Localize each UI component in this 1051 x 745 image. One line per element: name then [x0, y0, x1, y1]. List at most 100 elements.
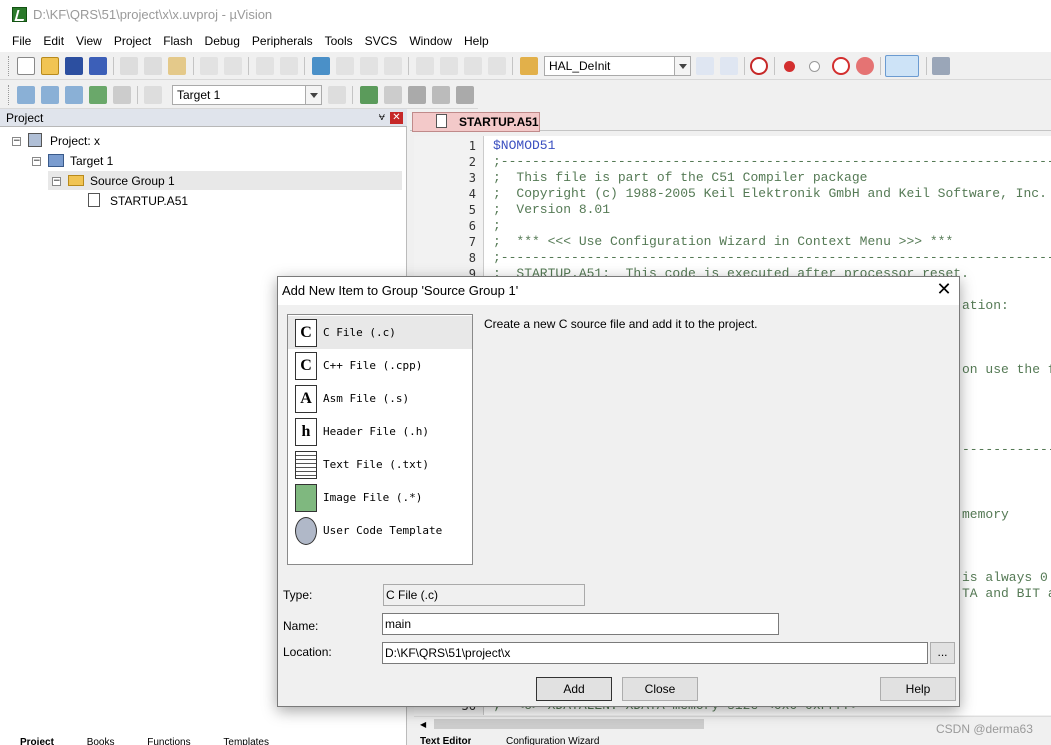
- tab-functions[interactable]: Functions: [147, 737, 190, 745]
- configure-icon[interactable]: [932, 57, 950, 75]
- menu-edit[interactable]: Edit: [37, 34, 70, 48]
- target-options-icon[interactable]: [328, 86, 346, 104]
- tab-configuration-wizard[interactable]: Configuration Wizard: [506, 736, 599, 745]
- disable-all-breakpoints-icon[interactable]: [832, 57, 850, 75]
- collapse-icon[interactable]: −: [12, 137, 21, 146]
- indent-icon[interactable]: [416, 57, 434, 75]
- save-all-icon[interactable]: [89, 57, 107, 75]
- list-item-user-code-template[interactable]: User Code Template: [288, 514, 472, 547]
- scrollbar-thumb[interactable]: [434, 719, 704, 729]
- manage-rte-icon[interactable]: [456, 86, 474, 104]
- nav-forward-icon[interactable]: [280, 57, 298, 75]
- open-file-icon[interactable]: [41, 57, 59, 75]
- code-line: ; Version 8.01: [493, 202, 611, 217]
- menu-flash[interactable]: Flash: [157, 34, 198, 48]
- menu-window[interactable]: Window: [403, 34, 458, 48]
- save-icon[interactable]: [65, 57, 83, 75]
- manage-project-items-icon[interactable]: [360, 86, 378, 104]
- clear-bookmarks-icon[interactable]: [384, 57, 402, 75]
- list-item-cpp-file[interactable]: C C++ File (.cpp): [288, 349, 472, 382]
- editor-tab-startup[interactable]: STARTUP.A51: [412, 112, 540, 132]
- insert-breakpoint-icon[interactable]: [784, 61, 795, 72]
- pack-installer-icon[interactable]: [408, 86, 426, 104]
- close-button[interactable]: Close: [622, 677, 698, 701]
- rebuild-icon[interactable]: [65, 86, 83, 104]
- nav-back-icon[interactable]: [256, 57, 274, 75]
- new-file-icon[interactable]: [17, 57, 35, 75]
- menu-svcs[interactable]: SVCS: [359, 34, 404, 48]
- enable-breakpoint-icon[interactable]: [809, 61, 820, 72]
- list-item-image-file[interactable]: Image File (.*): [288, 481, 472, 514]
- list-item-header-file[interactable]: h Header File (.h): [288, 415, 472, 448]
- debug-session-icon[interactable]: [750, 57, 768, 75]
- find-in-files-icon[interactable]: [520, 57, 538, 75]
- folder-icon: [68, 175, 84, 186]
- menu-file[interactable]: File: [6, 34, 37, 48]
- tab-text-editor[interactable]: Text Editor: [420, 736, 471, 745]
- help-button[interactable]: Help: [880, 677, 956, 701]
- c-file-icon: C: [295, 319, 317, 347]
- stop-build-icon[interactable]: [113, 86, 131, 104]
- find-icon[interactable]: [696, 57, 714, 75]
- select-packs-icon[interactable]: [384, 86, 402, 104]
- download-icon[interactable]: [144, 86, 162, 104]
- menu-debug[interactable]: Debug: [199, 34, 246, 48]
- close-icon[interactable]: ✕: [390, 112, 403, 124]
- toolbar-grip[interactable]: [8, 56, 11, 76]
- menu-peripherals[interactable]: Peripherals: [246, 34, 319, 48]
- next-bookmark-icon[interactable]: [360, 57, 378, 75]
- tree-project[interactable]: Project: x: [50, 134, 100, 148]
- toolbar-grip[interactable]: [8, 85, 11, 105]
- list-item-asm-file[interactable]: A Asm File (.s): [288, 382, 472, 415]
- collapse-icon[interactable]: −: [32, 157, 41, 166]
- redo-icon[interactable]: [224, 57, 242, 75]
- close-icon[interactable]: ✕: [933, 279, 955, 301]
- prev-bookmark-icon[interactable]: [336, 57, 354, 75]
- comment-icon[interactable]: [464, 57, 482, 75]
- add-button[interactable]: Add: [536, 677, 612, 701]
- code-fragment: is always 0: [962, 570, 1048, 585]
- batch-build-icon[interactable]: [89, 86, 107, 104]
- scroll-left-icon[interactable]: ◀: [420, 720, 426, 729]
- menu-tools[interactable]: Tools: [319, 34, 359, 48]
- menu-view[interactable]: View: [70, 34, 108, 48]
- unindent-icon[interactable]: [440, 57, 458, 75]
- list-item-text-file[interactable]: Text File (.txt): [288, 448, 472, 481]
- menu-project[interactable]: Project: [108, 34, 157, 48]
- chevron-down-icon[interactable]: [305, 86, 321, 104]
- incremental-find-icon[interactable]: [720, 57, 738, 75]
- build-icon[interactable]: [41, 86, 59, 104]
- rte-icon[interactable]: [432, 86, 450, 104]
- undo-icon[interactable]: [200, 57, 218, 75]
- tab-project[interactable]: Project: [20, 737, 54, 745]
- bookmark-icon[interactable]: [312, 57, 330, 75]
- list-item-c-file[interactable]: C C File (.c): [288, 316, 472, 349]
- code-line: ; This file is part of the C51 Compiler …: [493, 170, 868, 185]
- menu-help[interactable]: Help: [458, 34, 495, 48]
- browse-button[interactable]: ...: [930, 642, 955, 664]
- function-combo[interactable]: HAL_DeInit: [544, 56, 691, 76]
- type-field: C File (.c): [383, 584, 585, 606]
- target-combo[interactable]: Target 1: [172, 85, 322, 105]
- kill-breakpoints-icon[interactable]: [856, 57, 874, 75]
- tree-source-group[interactable]: Source Group 1: [90, 174, 175, 188]
- uncomment-icon[interactable]: [488, 57, 506, 75]
- copy-icon[interactable]: [144, 57, 162, 75]
- cut-icon[interactable]: [120, 57, 138, 75]
- watermark: CSDN @derma63: [936, 722, 1033, 736]
- name-input[interactable]: main: [382, 613, 779, 635]
- code-line: ; Copyright (c) 1988-2005 Keil Elektroni…: [493, 186, 1047, 201]
- tab-books[interactable]: Books: [87, 737, 115, 745]
- pin-icon[interactable]: ⩝: [379, 111, 385, 124]
- tab-templates[interactable]: Templates: [223, 737, 269, 745]
- tree-target[interactable]: Target 1: [70, 154, 113, 168]
- paste-icon[interactable]: [168, 57, 186, 75]
- collapse-icon[interactable]: −: [52, 177, 61, 186]
- translate-icon[interactable]: [17, 86, 35, 104]
- location-input[interactable]: D:\KF\QRS\51\project\x: [382, 642, 928, 664]
- chevron-down-icon[interactable]: [674, 57, 690, 75]
- window-layout-icon[interactable]: [885, 55, 919, 77]
- tree-file-startup[interactable]: STARTUP.A51: [110, 194, 188, 208]
- menu-bar: File Edit View Project Flash Debug Perip…: [0, 30, 1051, 52]
- main-toolbar: HAL_DeInit: [0, 52, 1051, 80]
